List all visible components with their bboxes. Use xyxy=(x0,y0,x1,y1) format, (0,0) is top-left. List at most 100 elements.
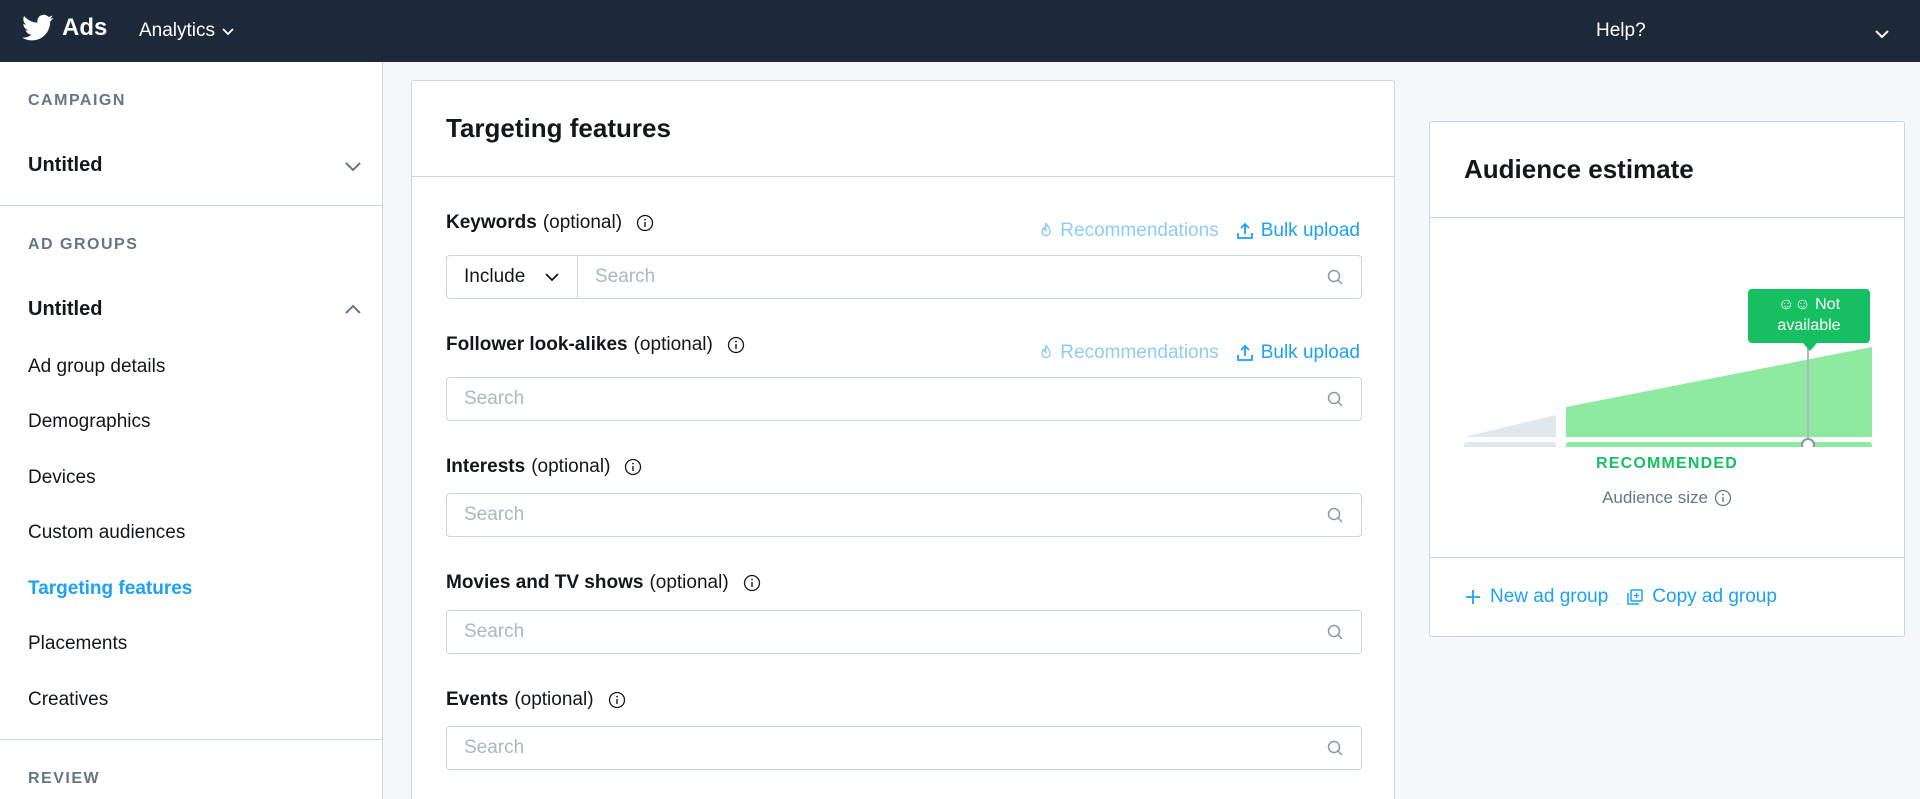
campaign-name: Untitled xyxy=(28,154,103,176)
movies-tv-label-text: Movies and TV shows xyxy=(446,572,644,593)
keywords-bulk-upload-button[interactable]: Bulk upload xyxy=(1235,220,1360,242)
sidebar-item-placements[interactable]: Placements xyxy=(28,633,127,655)
upload-icon xyxy=(1236,344,1253,361)
people-icon: ☺☺ xyxy=(1777,296,1811,313)
account-chevron-down-icon[interactable] xyxy=(1872,24,1892,44)
sidebar-divider xyxy=(0,205,382,206)
search-icon xyxy=(1327,624,1343,640)
help-link[interactable]: Help? xyxy=(1596,20,1646,42)
follower-lookalikes-recommendations-button[interactable]: Recommendations xyxy=(1036,342,1219,364)
include-dropdown[interactable]: Include xyxy=(447,256,578,298)
gauge-recommended-segment xyxy=(1566,347,1872,437)
follower-lookalikes-actions: Recommendations Bulk upload xyxy=(1036,342,1360,364)
sidebar-item-targeting-features[interactable]: Targeting features xyxy=(28,578,192,600)
optional-text: (optional) xyxy=(514,689,594,710)
bulk-upload-label: Bulk upload xyxy=(1260,220,1360,241)
info-icon[interactable] xyxy=(624,458,642,476)
chevron-up-icon xyxy=(345,304,361,314)
optional-text: (optional) xyxy=(531,456,611,477)
keywords-recommendations-button[interactable]: Recommendations xyxy=(1036,220,1219,242)
sidebar-item-devices[interactable]: Devices xyxy=(28,467,96,489)
recommended-label: RECOMMENDED xyxy=(1595,455,1739,472)
gauge-low-segment xyxy=(1464,415,1556,437)
gauge-indicator-knob xyxy=(1801,438,1815,447)
interests-label: Interests (optional) xyxy=(446,456,642,478)
targeting-features-card: Targeting features Keywords (optional) R… xyxy=(411,80,1395,799)
audience-tooltip: ☺☺ Not available xyxy=(1748,289,1870,351)
follower-lookalikes-bulk-upload-button[interactable]: Bulk upload xyxy=(1235,342,1360,364)
audience-size-text: Audience size xyxy=(1602,488,1708,507)
recommendations-label: Recommendations xyxy=(1060,220,1219,241)
search-icon xyxy=(1327,269,1343,285)
keywords-search-input[interactable] xyxy=(578,256,1325,298)
copy-ad-group-label: Copy ad group xyxy=(1652,586,1777,607)
plus-icon xyxy=(1466,590,1480,604)
gauge-low-track xyxy=(1464,442,1556,447)
audience-estimate-card: Audience estimate ☺☺ Not available RECOM… xyxy=(1429,121,1905,637)
campaign-selector[interactable]: Untitled xyxy=(28,154,364,177)
new-ad-group-label: New ad group xyxy=(1490,586,1609,607)
sidebar-item-ad-group-details[interactable]: Ad group details xyxy=(28,356,165,378)
info-icon[interactable] xyxy=(727,336,745,354)
follower-lookalikes-label: Follower look-alikes (optional) xyxy=(446,334,745,356)
keywords-actions: Recommendations Bulk upload xyxy=(1036,220,1360,242)
copy-ad-group-button[interactable]: Copy ad group xyxy=(1626,586,1777,608)
keywords-label-text: Keywords xyxy=(446,212,537,233)
analytics-label: Analytics xyxy=(139,20,216,41)
events-label-text: Events xyxy=(446,689,509,710)
chevron-down-icon xyxy=(545,273,559,282)
tooltip-available-text: available xyxy=(1777,317,1841,334)
chevron-down-icon xyxy=(222,28,234,36)
page-title: Targeting features xyxy=(446,113,671,143)
sidebar-divider xyxy=(0,739,382,740)
brand-logo[interactable]: Ads xyxy=(22,14,107,42)
keywords-search-box: Include xyxy=(446,255,1362,299)
review-section-title[interactable]: REVIEW xyxy=(28,770,100,788)
include-label: Include xyxy=(464,266,526,287)
campaign-section-title: CAMPAIGN xyxy=(28,92,126,109)
search-icon xyxy=(1327,391,1343,407)
ad-group-name: Untitled xyxy=(28,298,103,320)
search-icon xyxy=(1327,740,1343,756)
gauge-recommended-track xyxy=(1566,442,1872,447)
interests-search-input[interactable] xyxy=(447,494,1325,536)
flame-icon xyxy=(1041,344,1051,359)
tooltip-line-1: ☺☺ Not xyxy=(1748,294,1870,315)
events-search-input[interactable] xyxy=(447,727,1325,769)
copy-icon xyxy=(1627,589,1644,605)
tooltip-not-text: Not xyxy=(1815,296,1841,313)
sidebar: CAMPAIGN Untitled AD GROUPS Untitled Ad … xyxy=(0,62,383,799)
upload-icon xyxy=(1236,222,1253,239)
follower-lookalikes-search-box xyxy=(446,377,1362,421)
keywords-label: Keywords (optional) xyxy=(446,212,654,234)
follower-lookalikes-search-input[interactable] xyxy=(447,378,1325,420)
info-icon[interactable] xyxy=(1714,489,1732,507)
recommendations-label: Recommendations xyxy=(1060,342,1219,363)
movies-tv-search-input[interactable] xyxy=(447,611,1325,653)
top-nav-bar: Ads Analytics Help? xyxy=(0,0,1920,62)
info-icon[interactable] xyxy=(743,574,761,592)
search-icon xyxy=(1327,507,1343,523)
movies-tv-label: Movies and TV shows (optional) xyxy=(446,572,761,594)
card-divider xyxy=(412,176,1394,177)
ad-groups-section-title: AD GROUPS xyxy=(28,236,139,253)
card-divider xyxy=(1430,557,1904,558)
sidebar-item-custom-audiences[interactable]: Custom audiences xyxy=(28,522,185,544)
analytics-menu[interactable]: Analytics xyxy=(139,20,235,42)
info-icon[interactable] xyxy=(636,214,654,232)
events-search-box xyxy=(446,726,1362,770)
card-divider xyxy=(1430,217,1904,218)
optional-text: (optional) xyxy=(542,212,623,233)
brand-name: Ads xyxy=(62,14,108,41)
sidebar-item-creatives[interactable]: Creatives xyxy=(28,689,108,711)
ad-group-selector[interactable]: Untitled xyxy=(28,298,364,321)
bulk-upload-label: Bulk upload xyxy=(1260,342,1360,363)
new-ad-group-button[interactable]: New ad group xyxy=(1464,586,1608,608)
optional-text: (optional) xyxy=(649,572,729,593)
interests-search-box xyxy=(446,493,1362,537)
flame-icon xyxy=(1041,222,1051,237)
sidebar-item-demographics[interactable]: Demographics xyxy=(28,411,151,433)
audience-actions: New ad group Copy ad group xyxy=(1464,586,1777,608)
twitter-bird-icon xyxy=(22,14,54,41)
info-icon[interactable] xyxy=(608,691,626,709)
